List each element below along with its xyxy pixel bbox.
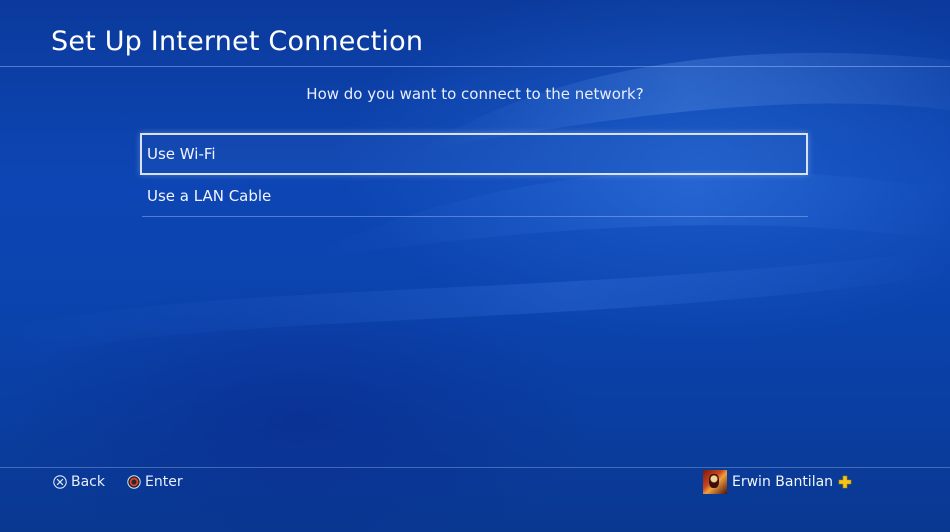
enter-label: Enter — [145, 474, 183, 490]
title-divider — [0, 66, 950, 67]
use-wifi-option-label: Use Wi-Fi — [147, 145, 216, 163]
avatar — [703, 470, 727, 494]
enter-hint[interactable]: Enter — [127, 472, 183, 492]
footer-divider — [0, 467, 950, 468]
playstation-plus-icon — [838, 475, 852, 489]
cross-button-icon — [53, 475, 67, 489]
use-wifi-option[interactable]: Use Wi-Fi — [140, 133, 808, 175]
user-name: Erwin Bantilan — [732, 474, 834, 490]
user-profile: Erwin Bantilan — [703, 470, 852, 494]
use-lan-cable-option-label: Use a LAN Cable — [147, 186, 272, 205]
circle-button-icon — [127, 475, 141, 489]
use-lan-cable-option[interactable]: Use a LAN Cable — [142, 175, 808, 217]
connection-options-list: Use Wi-Fi Use a LAN Cable — [140, 133, 808, 217]
background-wave — [0, 52, 950, 360]
back-hint[interactable]: Back — [53, 472, 105, 492]
page-title: Set Up Internet Connection — [51, 26, 424, 57]
connection-prompt: How do you want to connect to the networ… — [306, 85, 644, 103]
back-label: Back — [71, 474, 105, 490]
